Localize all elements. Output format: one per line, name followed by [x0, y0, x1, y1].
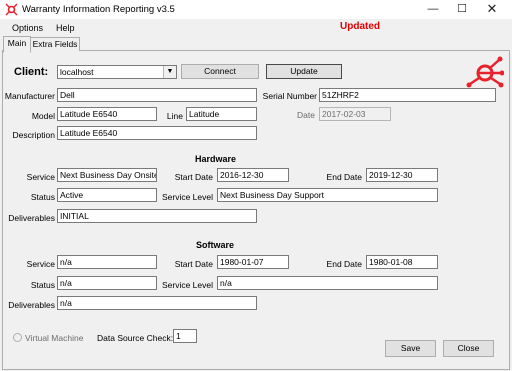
- close-button[interactable]: Close: [443, 340, 494, 357]
- hw-deliverables-field[interactable]: INITIAL: [57, 209, 257, 223]
- date-label: Date: [297, 110, 315, 120]
- virtual-machine-label: Virtual Machine: [25, 333, 84, 343]
- sw-status-field[interactable]: n/a: [57, 276, 157, 290]
- menu-bar: [0, 19, 512, 34]
- sw-status-label: Status: [30, 280, 55, 290]
- hw-service-field[interactable]: Next Business Day Onsite Se: [57, 168, 157, 182]
- serial-number-label: Serial Number: [262, 91, 317, 101]
- app-logo-icon: [5, 3, 18, 16]
- description-field[interactable]: Latitude E6540: [57, 126, 257, 140]
- data-source-check-label: Data Source Check:: [97, 333, 174, 343]
- save-button[interactable]: Save: [385, 340, 436, 357]
- sw-end-date-field[interactable]: 1980-01-08: [366, 255, 438, 269]
- sw-deliverables-label: Deliverables: [8, 300, 55, 310]
- connect-button[interactable]: Connect: [181, 64, 259, 79]
- description-label: Description: [12, 130, 55, 140]
- window-title: Warranty Information Reporting v3.5: [22, 4, 175, 15]
- line-label: Line: [166, 111, 183, 121]
- chevron-down-icon[interactable]: ▼: [163, 66, 176, 78]
- hardware-heading: Hardware: [195, 154, 237, 164]
- manufacturer-label: Manufacturer: [4, 91, 55, 101]
- tab-extra-fields[interactable]: Extra Fields: [30, 37, 80, 51]
- sw-service-level-label: Service Level: [161, 280, 213, 290]
- model-field[interactable]: Latitude E6540: [57, 107, 157, 121]
- client-label: Client:: [14, 66, 49, 78]
- maximize-button[interactable]: ☐: [448, 0, 476, 19]
- sw-start-date-field[interactable]: 1980-01-07: [217, 255, 289, 269]
- line-field[interactable]: Latitude: [186, 107, 257, 121]
- hw-end-date-field[interactable]: 2019-12-30: [366, 168, 438, 182]
- data-source-check-field[interactable]: 1: [173, 329, 197, 343]
- hw-deliverables-label: Deliverables: [8, 213, 55, 223]
- virtual-machine-radio[interactable]: [13, 333, 22, 342]
- hw-service-level-label: Service Level: [161, 192, 213, 202]
- minimize-button[interactable]: —: [419, 0, 447, 19]
- sw-service-field[interactable]: n/a: [57, 255, 157, 269]
- tab-main[interactable]: Main: [3, 36, 31, 53]
- sw-service-label: Service: [26, 259, 55, 269]
- close-window-button[interactable]: ✕: [478, 0, 506, 19]
- hw-service-level-field[interactable]: Next Business Day Support: [217, 188, 438, 202]
- menu-help[interactable]: Help: [56, 23, 75, 33]
- client-value: localhost: [60, 67, 94, 77]
- update-button[interactable]: Update: [266, 64, 342, 79]
- network-logo-icon: [466, 56, 504, 88]
- hw-status-field[interactable]: Active: [57, 188, 157, 202]
- status-updated: Updated: [340, 21, 380, 32]
- date-field: 2017-02-03: [319, 107, 391, 121]
- hw-service-label: Service: [26, 172, 55, 182]
- hw-status-label: Status: [30, 192, 55, 202]
- hw-end-date-label: End Date: [326, 172, 362, 182]
- serial-number-field[interactable]: 51ZHRF2: [319, 88, 496, 102]
- client-select[interactable]: localhost ▼: [57, 65, 177, 79]
- sw-end-date-label: End Date: [326, 259, 362, 269]
- hw-start-date-field[interactable]: 2016-12-30: [217, 168, 289, 182]
- sw-service-level-field[interactable]: n/a: [217, 276, 438, 290]
- sw-start-date-label: Start Date: [174, 259, 213, 269]
- menu-options[interactable]: Options: [12, 23, 43, 33]
- model-label: Model: [31, 111, 55, 121]
- sw-deliverables-field[interactable]: n/a: [57, 296, 257, 310]
- hw-start-date-label: Start Date: [174, 172, 213, 182]
- manufacturer-field[interactable]: Dell: [57, 88, 257, 102]
- software-heading: Software: [196, 240, 235, 250]
